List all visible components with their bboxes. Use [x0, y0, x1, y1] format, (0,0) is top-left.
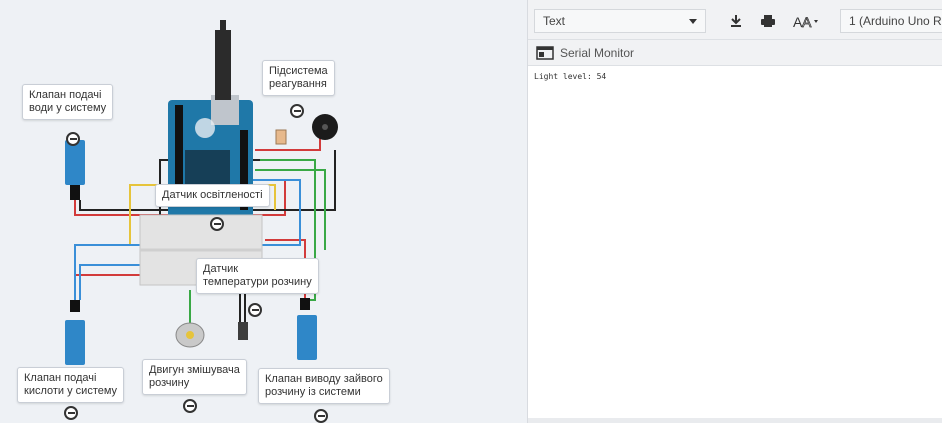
callout-water-valve: Клапан подачі води у систему — [22, 84, 114, 120]
temperature-sensor — [238, 322, 248, 340]
download-icon — [731, 15, 741, 27]
print-icon — [761, 15, 775, 27]
wire-red — [255, 135, 321, 151]
callout-response-subsystem: Підсистема реагування — [262, 60, 335, 96]
servo-water — [65, 140, 85, 200]
collapse-light-sensor-button[interactable] — [210, 217, 224, 231]
callout-mixer-motor: Двигун змішувача розчину — [142, 359, 247, 395]
svg-text:A: A — [802, 14, 812, 29]
servo-waste — [297, 298, 317, 360]
circuit-canvas[interactable]: Клапан подачі води у систему Підсистема … — [0, 0, 527, 423]
serial-output-text: Light level: 54 — [534, 72, 607, 81]
chevron-down-icon — [689, 19, 697, 24]
collapse-mixer-motor-button[interactable] — [183, 399, 197, 413]
serial-monitor-title: Serial Monitor — [560, 45, 635, 60]
collapse-temp-sensor-button[interactable] — [248, 303, 262, 317]
collapse-response-subsystem-button[interactable] — [290, 104, 304, 118]
collapse-water-valve-button[interactable] — [66, 132, 80, 146]
serial-monitor-header[interactable]: Serial Monitor — [528, 40, 942, 66]
callout-acid-valve: Клапан подачі кислоти у систему — [17, 367, 125, 403]
collapse-acid-valve-button[interactable] — [64, 406, 78, 420]
callout-waste-valve: Клапан виводу зайвого розчину із системи — [258, 368, 390, 404]
font-size-icon: A A — [793, 14, 818, 29]
callout-temp-sensor: Датчик температури розчину — [196, 258, 319, 294]
code-mode-select[interactable]: Text — [534, 9, 706, 33]
font-size-button[interactable]: A A — [790, 9, 824, 33]
serial-monitor-icon — [536, 45, 554, 60]
print-button[interactable] — [756, 9, 780, 33]
code-panel: Text A A 1 (Arduino Uno R3) — [527, 0, 942, 423]
callout-light-sensor: Датчик освітленості — [155, 184, 270, 207]
board-select[interactable]: 1 (Arduino Uno R3) — [840, 9, 942, 33]
download-button[interactable] — [724, 9, 748, 33]
serial-monitor-input-bar[interactable] — [528, 418, 942, 423]
servo-acid — [65, 300, 85, 365]
collapse-waste-valve-button[interactable] — [314, 409, 328, 423]
dc-motor — [175, 322, 205, 348]
board-select-value: 1 (Arduino Uno R3) — [849, 14, 942, 28]
photoresistor — [275, 129, 287, 145]
code-toolbar: Text A A 1 (Arduino Uno R3) — [528, 0, 942, 40]
code-mode-value: Text — [543, 14, 566, 28]
